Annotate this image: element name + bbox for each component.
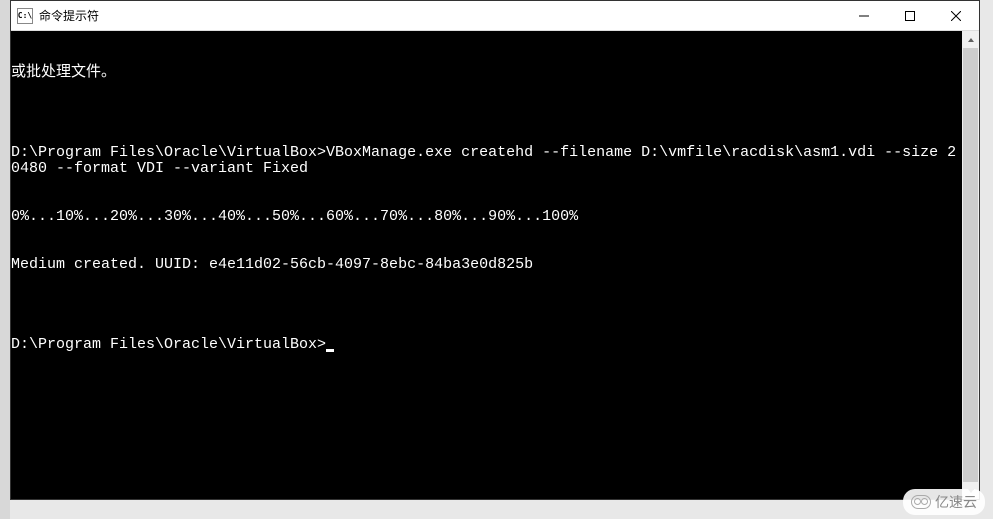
scrollbar-thumb[interactable] bbox=[963, 48, 978, 482]
output-line: 或批处理文件。 bbox=[11, 65, 962, 81]
window-controls bbox=[841, 1, 979, 30]
output-line: Medium created. UUID: e4e11d02-56cb-4097… bbox=[11, 257, 962, 273]
maximize-icon bbox=[905, 11, 915, 21]
minimize-button[interactable] bbox=[841, 1, 887, 30]
terminal-area[interactable]: 或批处理文件。 D:\Program Files\Oracle\VirtualB… bbox=[11, 31, 979, 499]
watermark-logo-icon bbox=[911, 495, 931, 509]
window-title: 命令提示符 bbox=[39, 7, 99, 24]
close-button[interactable] bbox=[933, 1, 979, 30]
titlebar-left: C:\ 命令提示符 bbox=[11, 7, 99, 24]
cursor bbox=[326, 349, 334, 352]
watermark: 亿速云 bbox=[903, 489, 985, 515]
app-icon: C:\ bbox=[17, 8, 33, 24]
prompt-text: D:\Program Files\Oracle\VirtualBox> bbox=[11, 336, 326, 353]
minimize-icon bbox=[859, 11, 869, 21]
output-line: D:\Program Files\Oracle\VirtualBox>VBoxM… bbox=[11, 145, 962, 177]
maximize-button[interactable] bbox=[887, 1, 933, 30]
window-titlebar[interactable]: C:\ 命令提示符 bbox=[11, 1, 979, 31]
command-prompt-window: C:\ 命令提示符 或批处理文件。 D:\Program Files\Oracl… bbox=[10, 0, 980, 500]
scroll-up-button[interactable] bbox=[962, 31, 979, 48]
vertical-scrollbar[interactable] bbox=[962, 31, 979, 499]
scrollbar-track[interactable] bbox=[962, 48, 979, 482]
terminal-output: 或批处理文件。 D:\Program Files\Oracle\VirtualB… bbox=[11, 31, 962, 499]
close-icon bbox=[951, 11, 961, 21]
prompt-line: D:\Program Files\Oracle\VirtualBox> bbox=[11, 337, 962, 353]
background-strip bbox=[0, 0, 10, 519]
chevron-up-icon bbox=[967, 36, 975, 44]
watermark-text: 亿速云 bbox=[935, 492, 977, 512]
output-line: 0%...10%...20%...30%...40%...50%...60%..… bbox=[11, 209, 962, 225]
